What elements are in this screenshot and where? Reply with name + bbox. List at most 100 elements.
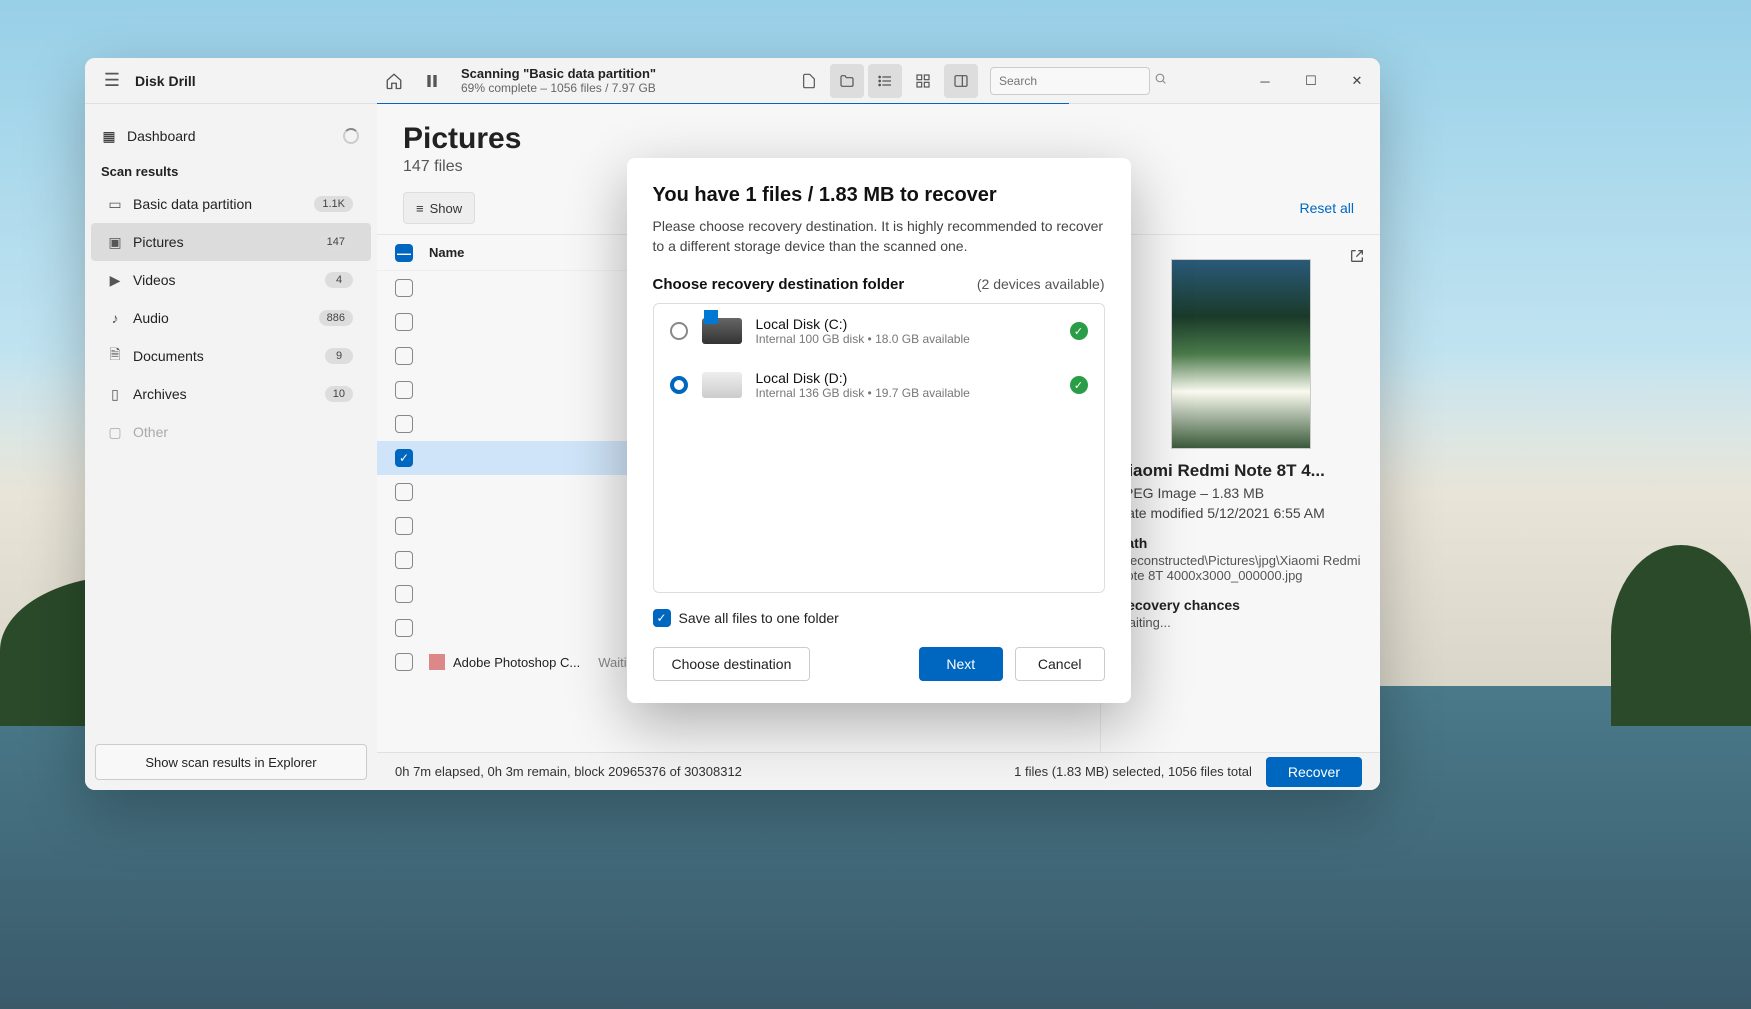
row-checkbox[interactable] <box>395 483 413 501</box>
status-ok-icon: ✓ <box>1070 322 1088 340</box>
row-checkbox[interactable] <box>395 551 413 569</box>
search-box[interactable] <box>990 67 1150 95</box>
drive-icon <box>702 372 742 398</box>
row-checkbox[interactable]: ✓ <box>395 449 413 467</box>
file-view-icon[interactable] <box>792 64 826 98</box>
drive-info: Local Disk (C:) Internal 100 GB disk • 1… <box>756 316 1056 346</box>
popout-icon[interactable] <box>1344 243 1370 269</box>
scan-status: Scanning "Basic data partition" 69% comp… <box>461 66 656 96</box>
close-button[interactable]: ✕ <box>1334 58 1380 104</box>
menu-icon[interactable]: ☰ <box>97 70 127 91</box>
sidebar-item-label: Basic data partition <box>133 196 252 212</box>
filter-icon: ≡ <box>416 201 424 216</box>
sidebar-item-icon: ♪ <box>105 310 125 326</box>
main-content: Pictures 147 files ≡ Show chances Reset … <box>377 104 1380 790</box>
preview-chances: Waiting... <box>1117 615 1364 630</box>
sidebar-item-label: Other <box>133 424 168 440</box>
row-checkbox[interactable] <box>395 517 413 535</box>
row-checkbox[interactable] <box>395 585 413 603</box>
sidebar-dashboard[interactable]: ▦ Dashboard <box>85 116 377 156</box>
sidebar-item-documents[interactable]: 🗎 Documents 9 <box>91 337 371 375</box>
sidebar-item-badge: 886 <box>319 310 353 326</box>
sidebar-item-videos[interactable]: ▶ Videos 4 <box>91 261 371 299</box>
titlebar: ☰ Disk Drill Scanning "Basic data partit… <box>85 58 1380 104</box>
save-one-folder-option[interactable]: ✓ Save all files to one folder <box>653 609 1105 627</box>
grid-view-icon[interactable] <box>906 64 940 98</box>
window-controls: ─ ☐ ✕ <box>1242 58 1380 104</box>
device-radio[interactable] <box>670 376 688 394</box>
recover-button[interactable]: Recover <box>1266 757 1362 787</box>
page-title: Pictures <box>403 122 1354 156</box>
status-right: 1 files (1.83 MB) selected, 1056 files t… <box>1014 764 1252 779</box>
destination-list: Local Disk (C:) Internal 100 GB disk • 1… <box>653 303 1105 593</box>
destination-device[interactable]: Local Disk (C:) Internal 100 GB disk • 1… <box>654 304 1104 358</box>
sidebar-item-icon: ▶ <box>105 272 125 289</box>
sidebar-item-badge: 4 <box>325 272 353 288</box>
sidebar-section-header: Scan results <box>85 156 377 185</box>
preview-path-label: Path <box>1117 535 1364 551</box>
sidebar-item-archives[interactable]: ▯ Archives 10 <box>91 375 371 413</box>
sidebar-item-label: Videos <box>133 272 176 288</box>
row-checkbox[interactable] <box>395 313 413 331</box>
row-checkbox[interactable] <box>395 415 413 433</box>
row-checkbox[interactable] <box>395 653 413 671</box>
preview-filename: Xiaomi Redmi Note 8T 4... <box>1117 461 1364 481</box>
drive-details: Internal 136 GB disk • 19.7 GB available <box>756 386 1056 400</box>
row-checkbox[interactable] <box>395 347 413 365</box>
sidebar-item-icon: ▣ <box>105 234 125 251</box>
scan-subtitle: 69% complete – 1056 files / 7.97 GB <box>461 81 656 95</box>
recovery-destination-modal: You have 1 files / 1.83 MB to recover Pl… <box>627 158 1131 703</box>
panel-view-icon[interactable] <box>944 64 978 98</box>
status-ok-icon: ✓ <box>1070 376 1088 394</box>
show-filter-button[interactable]: ≡ Show <box>403 192 475 224</box>
sidebar-item-icon: ▯ <box>105 386 125 403</box>
pause-button[interactable] <box>415 64 449 98</box>
home-button[interactable] <box>377 64 411 98</box>
show-in-explorer-button[interactable]: Show scan results in Explorer <box>95 744 367 780</box>
save-one-checkbox[interactable]: ✓ <box>653 609 671 627</box>
sidebar-item-label: Audio <box>133 310 169 326</box>
preview-path: \Reconstructed\Pictures\jpg\Xiaomi Redmi… <box>1117 553 1364 583</box>
row-checkbox[interactable] <box>395 279 413 297</box>
list-view-icon[interactable] <box>868 64 902 98</box>
device-radio[interactable] <box>670 322 688 340</box>
sidebar-item-pictures[interactable]: ▣ Pictures 147 <box>91 223 371 261</box>
sidebar-item-other[interactable]: ▢ Other <box>91 413 371 451</box>
preview-pane: Xiaomi Redmi Note 8T 4... JPEG Image – 1… <box>1100 235 1380 752</box>
sidebar-item-icon: ▭ <box>105 196 125 213</box>
modal-device-count: (2 devices available) <box>977 276 1105 292</box>
row-checkbox[interactable] <box>395 619 413 637</box>
drive-info: Local Disk (D:) Internal 136 GB disk • 1… <box>756 370 1056 400</box>
choose-destination-button[interactable]: Choose destination <box>653 647 811 681</box>
sidebar-item-badge: 10 <box>325 386 353 402</box>
drive-name: Local Disk (D:) <box>756 370 1056 386</box>
reset-all-link[interactable]: Reset all <box>1300 200 1354 216</box>
select-all-checkbox[interactable]: — <box>395 244 413 262</box>
disk-drill-window: ☰ Disk Drill Scanning "Basic data partit… <box>85 58 1380 790</box>
minimize-button[interactable]: ─ <box>1242 58 1288 104</box>
sidebar-item-badge: 147 <box>319 234 353 250</box>
destination-device[interactable]: Local Disk (D:) Internal 136 GB disk • 1… <box>654 358 1104 412</box>
drive-icon <box>702 318 742 344</box>
titlebar-center: Scanning "Basic data partition" 69% comp… <box>377 58 1150 104</box>
status-bar: 0h 7m elapsed, 0h 3m remain, block 20965… <box>377 752 1380 790</box>
cancel-button[interactable]: Cancel <box>1015 647 1105 681</box>
sidebar-item-icon: 🗎 <box>105 344 125 368</box>
preview-date: Date modified 5/12/2021 6:55 AM <box>1117 505 1364 521</box>
spinner-icon <box>343 128 359 144</box>
status-left: 0h 7m elapsed, 0h 3m remain, block 20965… <box>395 764 742 779</box>
maximize-button[interactable]: ☐ <box>1288 58 1334 104</box>
preview-type-size: JPEG Image – 1.83 MB <box>1117 485 1364 501</box>
modal-title: You have 1 files / 1.83 MB to recover <box>653 184 1105 207</box>
sidebar: ▦ Dashboard Scan results ▭ Basic data pa… <box>85 104 377 790</box>
sidebar-item-basic-data-partition[interactable]: ▭ Basic data partition 1.1K <box>91 185 371 223</box>
app-title: Disk Drill <box>135 73 196 89</box>
sidebar-item-audio[interactable]: ♪ Audio 886 <box>91 299 371 337</box>
search-input[interactable] <box>999 74 1154 88</box>
preview-chances-label: Recovery chances <box>1117 597 1364 613</box>
modal-instructions: Please choose recovery destination. It i… <box>653 217 1105 256</box>
folder-view-icon[interactable] <box>830 64 864 98</box>
next-button[interactable]: Next <box>919 647 1003 681</box>
save-one-label: Save all files to one folder <box>679 610 839 626</box>
row-checkbox[interactable] <box>395 381 413 399</box>
